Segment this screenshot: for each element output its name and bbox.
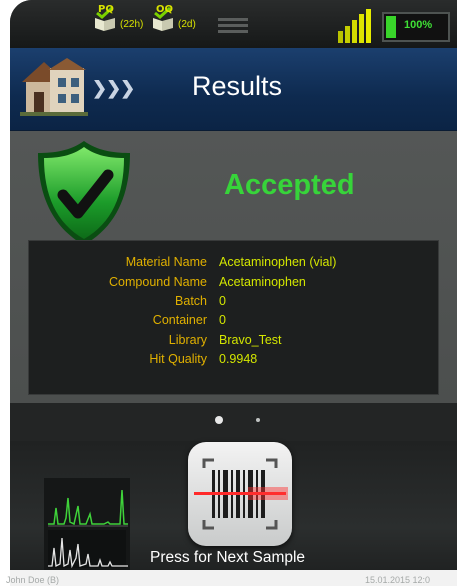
detail-key: Hit Quality [149,352,207,366]
detail-key: Compound Name [109,275,207,289]
detail-row-hit-quality: Hit Quality 0.9948 [29,352,440,371]
pq-age: (22h) [120,19,144,30]
detail-value: 0 [219,294,226,308]
detail-key: Material Name [125,255,207,269]
next-sample-button[interactable] [188,442,292,546]
oq-indicator[interactable]: OQ (2d) [150,4,196,32]
detail-key: Container [152,313,207,327]
detail-row-batch: Batch 0 [29,294,440,313]
detail-key: Library [168,333,207,347]
next-sample-label[interactable]: Press for Next Sample [150,549,305,567]
pq-indicator[interactable]: PQ (22h) [92,4,144,32]
shield-check-icon [38,141,130,245]
oq-age: (2d) [178,19,196,30]
detail-row-container: Container 0 [29,313,440,332]
detail-value: Acetaminophen (vial) [219,255,337,269]
detail-value: 0.9948 [219,352,258,366]
header-bar: ❯❯❯ Results [10,48,457,132]
device-screen: PQ (22h) OQ (2d) 100% ❯❯❯ Results Accept… [10,0,457,586]
page-dot[interactable] [256,418,260,422]
detail-value: Acetaminophen [219,275,306,289]
result-status: Accepted [224,169,355,201]
detail-row-compound: Compound Name Acetaminophen [29,275,440,294]
oq-label: OQ [156,4,174,15]
hamburger-menu-icon[interactable] [218,18,248,33]
pq-label: PQ [98,4,114,15]
detail-row-material: Material Name Acetaminophen (vial) [29,255,440,274]
footer-datetime: 15.01.2015 12:0 [365,575,431,585]
result-details: Material Name Acetaminophen (vial) Compo… [28,240,439,395]
footer-user: John Doe (B) [6,575,60,585]
page-title: Results [192,71,283,101]
battery-fill [386,16,396,38]
battery-percent: 100% [404,19,433,31]
bottom-action-area: − + [10,441,457,586]
battery-indicator: 100% [382,12,450,42]
status-bar: PQ (22h) OQ (2d) 100% [10,0,457,48]
spectrum-chart-icon[interactable] [44,478,130,574]
result-panel: Accepted Material Name Acetaminophen (vi… [10,131,457,403]
signal-bars-icon [338,9,371,43]
page-dot-active[interactable] [215,416,223,424]
detail-row-library: Library Bravo_Test [29,333,440,352]
page-indicator [10,403,457,441]
house-icon[interactable] [20,56,88,118]
detail-key: Batch [175,294,207,308]
detail-value: 0 [219,313,226,327]
barcode-scan-icon [194,458,288,530]
breadcrumb-chevrons: ❯❯❯ [92,78,135,98]
detail-value: Bravo_Test [219,333,282,347]
